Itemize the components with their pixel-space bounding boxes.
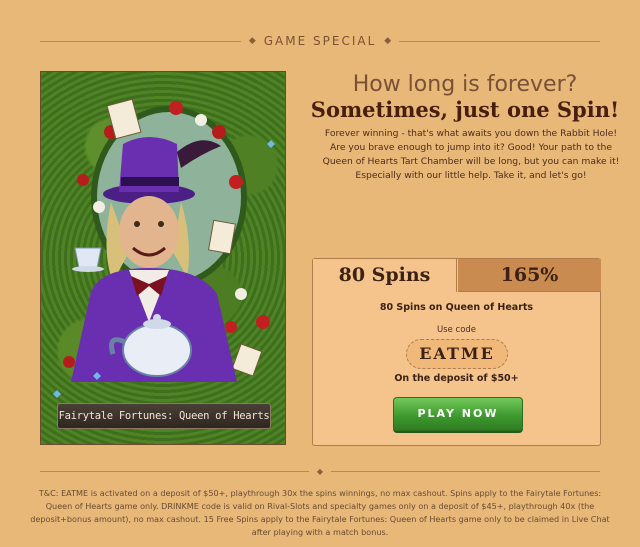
play-now-button[interactable]: PLAY NOW [393, 397, 523, 431]
tab-free-spins[interactable]: 80 Spins [313, 259, 457, 292]
terms-and-conditions: T&C: EATME is activated on a deposit of … [30, 488, 610, 537]
section-header: ◆ GAME SPECIAL ◆ [40, 30, 601, 52]
mad-hatter-illustration [53, 98, 275, 398]
diamond-icon: ◆ [316, 466, 324, 476]
header-divider-left [40, 40, 241, 42]
face [119, 196, 179, 268]
tab-match-bonus[interactable]: 165% [458, 259, 601, 292]
promo-description: Forever winning - that's what awaits you… [322, 128, 620, 181]
game-artwork: Fairytale Fortunes: Queen of Hearts [40, 71, 286, 445]
offer-title: 80 Spins on Queen of Hearts [379, 302, 534, 313]
playing-card [207, 219, 237, 255]
section-title: GAME SPECIAL [263, 34, 377, 48]
headline-answer: Sometimes, just one Spin! [310, 97, 620, 122]
offer-tabs: 80 Spins 165% [313, 259, 601, 292]
butterfly-icon [53, 390, 61, 398]
deposit-requirement: On the deposit of $50+ [394, 373, 519, 384]
footer-divider: ◆ [40, 466, 600, 476]
headline-question: How long is forever? [352, 72, 578, 97]
teacup [72, 247, 104, 272]
butterfly-icon [267, 140, 275, 148]
diamond-icon: ◆ [384, 36, 392, 46]
code-label: Use code [436, 325, 477, 335]
diamond-icon: ◆ [248, 36, 256, 46]
header-divider-right [399, 40, 601, 42]
offer-box: 80 Spins 165% 80 Spins on Queen of Heart… [312, 258, 601, 446]
game-name-plate: Fairytale Fortunes: Queen of Hearts [57, 403, 271, 429]
playing-card [231, 343, 263, 377]
bonus-code[interactable]: EATME [406, 339, 508, 369]
